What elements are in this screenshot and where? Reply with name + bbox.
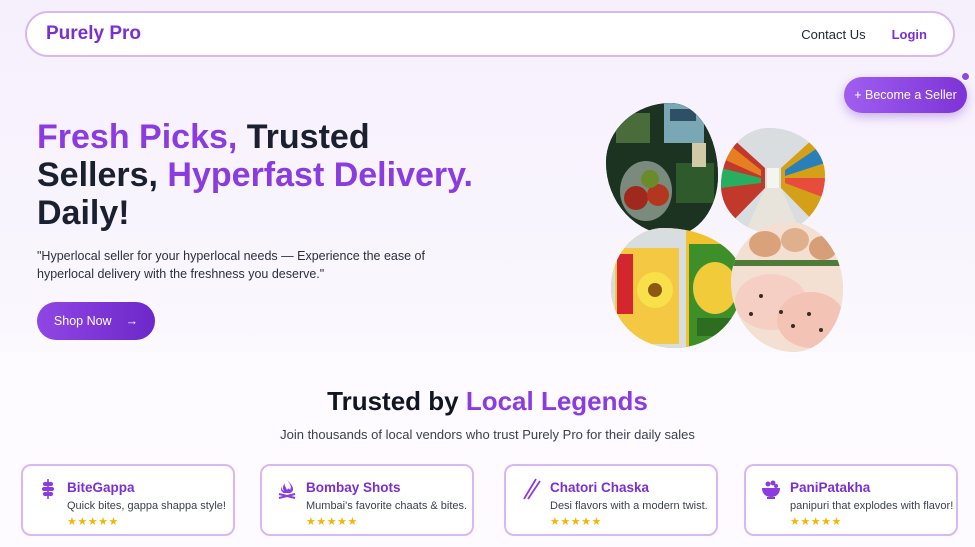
- hero-title-accent-2: Hyperfast Delivery.: [157, 156, 473, 194]
- vendor-description: Mumbai's favorite chaats & bites.: [306, 500, 468, 512]
- hero-title-accent-1: Fresh Picks,: [37, 118, 238, 156]
- become-seller-button[interactable]: + Become a Seller: [844, 77, 967, 113]
- vendor-description: panipuri that explodes with flavor!: [790, 500, 954, 512]
- bowl-icon: [762, 480, 780, 499]
- contact-us-link[interactable]: Contact Us: [801, 27, 865, 42]
- nav-links: Contact Us Login: [801, 27, 927, 42]
- vendor-card[interactable]: Bombay Shots Mumbai's favorite chaats & …: [260, 464, 474, 536]
- shop-now-button[interactable]: Shop Now →: [37, 302, 155, 340]
- hero-title: Fresh Picks, Trusted Sellers, Hyperfast …: [37, 118, 497, 232]
- supermarket-aisle-image: [721, 128, 825, 233]
- campfire-icon: [278, 480, 296, 499]
- chopsticks-icon: [523, 478, 541, 500]
- cooking-oil-image: [611, 228, 743, 348]
- kebab-icon: [42, 479, 54, 499]
- vendor-name: Chatori Chaska: [550, 480, 650, 495]
- star-rating: ★★★★★: [67, 516, 119, 528]
- trusted-title-accent: Local Legends: [465, 386, 648, 416]
- navbar: Purely Pro Contact Us Login: [25, 11, 955, 57]
- notification-dot: [961, 72, 970, 81]
- star-rating: ★★★★★: [306, 516, 358, 528]
- arrow-right-icon: →: [125, 314, 139, 328]
- grocery-bag-image: [606, 103, 718, 235]
- trusted-section-title: Trusted by Local Legends: [0, 386, 975, 417]
- vendor-name: PaniPatakha: [790, 480, 871, 495]
- vendor-name: BiteGappa: [67, 480, 135, 495]
- shop-now-label: Shop Now: [53, 314, 112, 328]
- star-rating: ★★★★★: [550, 516, 602, 528]
- star-rating: ★★★★★: [790, 516, 842, 528]
- vendor-card[interactable]: BiteGappa Quick bites, gappa shappa styl…: [21, 464, 235, 536]
- hero-title-plain-2: Daily!: [37, 194, 130, 232]
- vendor-description: Quick bites, gappa shappa style!: [67, 500, 226, 512]
- product-collage: [603, 100, 848, 355]
- vendor-card[interactable]: Chatori Chaska Desi flavors with a moder…: [504, 464, 718, 536]
- login-link[interactable]: Login: [892, 27, 927, 42]
- eggs-chicken-image: [731, 222, 843, 352]
- vendor-description: Desi flavors with a modern twist.: [550, 500, 708, 512]
- vendor-card[interactable]: PaniPatakha panipuri that explodes with …: [744, 464, 958, 536]
- brand-logo[interactable]: Purely Pro: [46, 23, 141, 45]
- trusted-section-subtitle: Join thousands of local vendors who trus…: [280, 427, 695, 442]
- hero-quote: "Hyperlocal seller for your hyperlocal n…: [37, 249, 425, 281]
- vendor-name: Bombay Shots: [306, 480, 401, 495]
- trusted-title-plain: Trusted by: [327, 386, 466, 416]
